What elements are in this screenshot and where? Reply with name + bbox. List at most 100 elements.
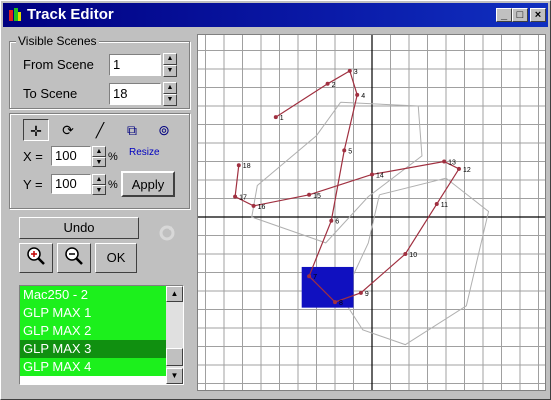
- rotate-tool-button[interactable]: ⟳: [55, 119, 81, 141]
- spin-up-icon[interactable]: ▲: [92, 174, 106, 185]
- x-scale-spinner[interactable]: ▲ ▼: [92, 146, 106, 167]
- y-scale-spinner[interactable]: ▲ ▼: [92, 174, 106, 195]
- copy-tool-button[interactable]: ⧉: [119, 119, 145, 141]
- track-point: [273, 115, 278, 120]
- close-button[interactable]: ×: [530, 8, 546, 22]
- maximize-button[interactable]: □: [512, 8, 528, 22]
- to-scene-spinner[interactable]: ▲ ▼: [163, 82, 177, 106]
- track-point: [355, 92, 360, 97]
- track-point-label: 4: [361, 93, 365, 100]
- spin-up-icon[interactable]: ▲: [92, 146, 106, 157]
- track-point: [434, 202, 439, 207]
- zoom-in-icon: [27, 247, 45, 265]
- apply-button[interactable]: Apply: [121, 171, 175, 197]
- zoom-out-icon: [65, 247, 83, 265]
- track-point-label: 18: [243, 163, 251, 170]
- maximize-icon: □: [516, 9, 524, 21]
- undo-button[interactable]: Undo: [19, 217, 139, 239]
- list-scrollbar[interactable]: ▲ ▼: [166, 286, 183, 384]
- track-point-label: 15: [313, 193, 321, 200]
- track-point: [342, 148, 347, 153]
- track-point-label: 7: [313, 274, 317, 281]
- track-point: [403, 252, 408, 256]
- track-point-label: 8: [339, 300, 343, 307]
- x-percent-label: %: [108, 151, 118, 163]
- list-item[interactable]: GLP MAX 1: [20, 304, 183, 322]
- track-point-label: 10: [409, 252, 417, 259]
- track-point-label: 12: [463, 167, 471, 174]
- list-item[interactable]: GLP MAX 4: [20, 358, 183, 376]
- line-tool-icon: ╱: [95, 122, 105, 138]
- track-editor-window: Track Editor _ □ × Visible Scenes From S…: [0, 0, 551, 400]
- track-point: [370, 172, 374, 177]
- list-item[interactable]: GLP MAX 2: [20, 322, 183, 340]
- track-point-label: 2: [332, 82, 336, 89]
- line-tool-button[interactable]: ╱: [87, 119, 113, 141]
- spin-up-icon[interactable]: ▲: [163, 53, 177, 65]
- track-point-label: 1: [280, 115, 284, 122]
- track-plot[interactable]: 123456789101112131415161718: [198, 35, 545, 390]
- scroll-up-icon[interactable]: ▲: [166, 286, 183, 302]
- track-point: [307, 274, 312, 279]
- track-point: [333, 300, 337, 305]
- selection-box: [301, 266, 354, 308]
- track-point: [456, 166, 461, 171]
- refresh-icon: [157, 223, 177, 243]
- track-point-label: 5: [348, 148, 352, 155]
- spin-down-icon[interactable]: ▼: [163, 94, 177, 106]
- y-percent-label: %: [108, 179, 118, 191]
- y-scale-label: Y =: [23, 177, 43, 192]
- track-point-label: 11: [441, 202, 448, 209]
- track-point: [442, 159, 447, 164]
- spin-down-icon[interactable]: ▼: [163, 65, 177, 77]
- copy-tool-icon: ⧉: [127, 122, 137, 138]
- zoom-out-button[interactable]: [57, 243, 91, 273]
- from-scene-label: From Scene: [23, 57, 94, 72]
- visible-scenes-legend: Visible Scenes: [16, 34, 99, 48]
- zoom-in-button[interactable]: [19, 243, 53, 273]
- track-point-label: 17: [239, 195, 247, 202]
- resize-label: Resize: [129, 147, 160, 158]
- minimize-icon: _: [500, 9, 508, 21]
- spin-down-icon[interactable]: ▼: [92, 156, 106, 167]
- track-point-label: 14: [376, 172, 384, 179]
- track-point: [233, 194, 238, 199]
- track-point-label: 3: [354, 69, 358, 76]
- to-scene-label: To Scene: [23, 86, 78, 101]
- track-point-label: 9: [365, 291, 369, 298]
- track-point-label: 13: [448, 160, 456, 167]
- list-item[interactable]: Mac250 - 2: [20, 286, 183, 304]
- x-scale-label: X =: [23, 149, 43, 164]
- move-tool-icon: ✛: [30, 123, 42, 139]
- ok-button[interactable]: OK: [95, 243, 137, 273]
- fixture-list[interactable]: Mac250 - 2 GLP MAX 1 GLP MAX 2 GLP MAX 3…: [19, 285, 184, 385]
- track-point: [236, 163, 241, 168]
- title-bar[interactable]: Track Editor _ □ ×: [3, 3, 548, 27]
- move-tool-button[interactable]: ✛: [23, 119, 49, 141]
- from-scene-spinner[interactable]: ▲ ▼: [163, 53, 177, 77]
- ghost-track: [341, 177, 490, 346]
- app-icon: [9, 8, 21, 21]
- track-point: [251, 203, 256, 208]
- track-canvas[interactable]: 1 2 3 4 5 6 7 8 9 10 11 12 13 14 15 16 17 18: [197, 34, 546, 391]
- from-scene-input[interactable]: 1: [109, 54, 161, 76]
- rotate-tool-icon: ⟳: [62, 122, 74, 138]
- track-point: [329, 218, 334, 223]
- scroll-down-icon[interactable]: ▼: [166, 368, 183, 384]
- link-tool-button[interactable]: ⊚: [151, 119, 177, 141]
- track-point-label: 16: [258, 204, 266, 211]
- track-point: [325, 81, 330, 86]
- to-scene-input[interactable]: 18: [109, 83, 161, 105]
- spin-down-icon[interactable]: ▼: [92, 184, 106, 195]
- x-scale-input[interactable]: 100: [51, 146, 91, 166]
- track-point-label: 6: [335, 219, 339, 226]
- list-item-selected[interactable]: GLP MAX 3: [20, 340, 183, 358]
- track-point: [347, 68, 352, 73]
- link-tool-icon: ⊚: [158, 122, 170, 138]
- track-point: [358, 290, 363, 295]
- window-title: Track Editor: [27, 6, 114, 23]
- y-scale-input[interactable]: 100: [51, 174, 91, 194]
- minimize-button[interactable]: _: [496, 8, 512, 22]
- spin-up-icon[interactable]: ▲: [163, 82, 177, 94]
- scroll-thumb[interactable]: [166, 348, 183, 366]
